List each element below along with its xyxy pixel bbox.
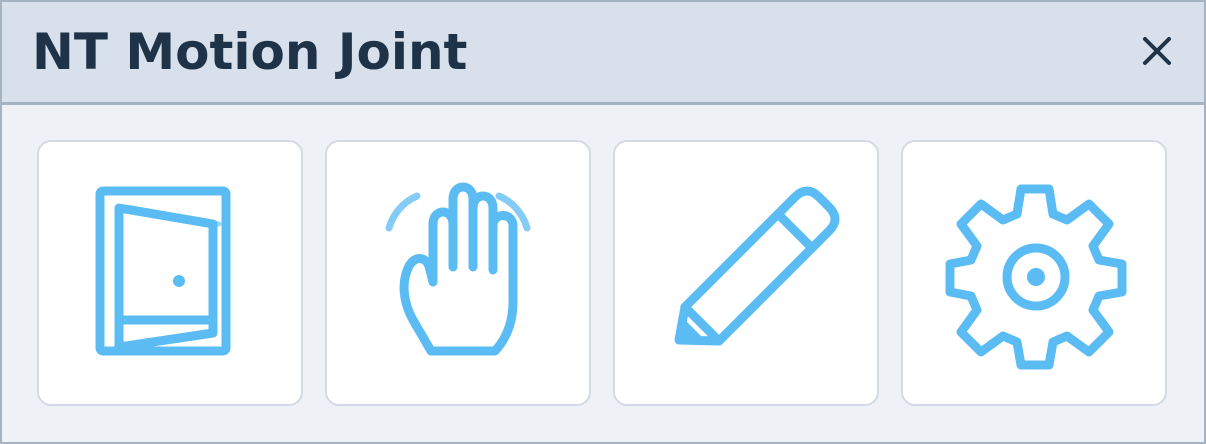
pencil-icon	[674, 186, 840, 346]
door-icon	[95, 186, 231, 356]
close-icon	[1143, 37, 1171, 65]
motion-joint-dialog: NT Motion Joint	[0, 0, 1206, 444]
door-open-button[interactable]	[37, 140, 303, 406]
hand-wave-icon	[385, 182, 531, 356]
gear-icon	[945, 184, 1127, 370]
edit-button[interactable]	[613, 140, 879, 406]
settings-button[interactable]	[901, 140, 1167, 406]
dialog-titlebar: NT Motion Joint	[2, 2, 1204, 105]
close-button[interactable]	[1132, 26, 1182, 76]
hand-wave-button[interactable]	[325, 140, 591, 406]
dialog-title: NT Motion Joint	[32, 23, 468, 81]
